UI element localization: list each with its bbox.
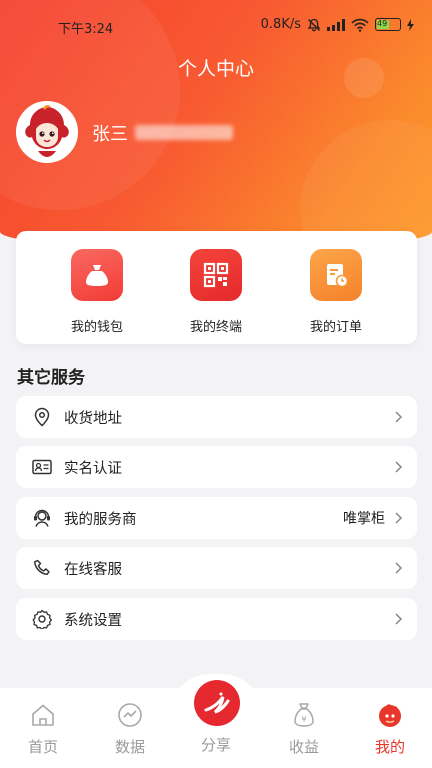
quick-action-orders[interactable]: 我的订单	[281, 249, 391, 335]
chevron-right-icon	[395, 411, 403, 423]
quick-actions-card: 我的钱包 我的终端 我的订单	[16, 231, 417, 344]
battery-level: 49	[377, 19, 390, 29]
tab-data[interactable]: 数据	[100, 702, 160, 757]
service-item-label: 实名认证	[64, 460, 122, 477]
id-card-icon	[32, 457, 52, 477]
chevron-right-icon	[395, 512, 403, 524]
phone-icon	[32, 558, 52, 578]
quick-action-label: 我的订单	[309, 320, 362, 335]
status-bar: 下午3:24 0.8K/s 49	[0, 0, 432, 50]
svg-text:¥: ¥	[301, 715, 306, 724]
home-icon	[30, 702, 56, 728]
wifi-icon	[351, 18, 369, 32]
money-bag-icon: ¥	[291, 702, 317, 728]
chevron-right-icon	[395, 613, 403, 625]
network-speed: 0.8K/s	[260, 17, 301, 32]
chart-icon	[117, 702, 143, 728]
chevron-right-icon	[395, 562, 403, 574]
services-section-title: 其它服务	[17, 368, 85, 388]
user-name: 张三	[92, 124, 128, 145]
money-bag-icon	[71, 249, 123, 301]
service-item-verification[interactable]: 实名认证	[16, 446, 417, 488]
chevron-right-icon	[395, 461, 403, 473]
service-item-label: 收货地址	[64, 410, 122, 427]
masked-phone-number	[135, 125, 233, 140]
tab-label: 收益	[288, 738, 319, 756]
signal-icon	[327, 18, 345, 31]
battery-icon: 49	[375, 18, 401, 31]
tab-home[interactable]: 首页	[13, 702, 73, 757]
tab-share[interactable]	[194, 680, 240, 726]
service-item-label: 我的服务商	[64, 511, 137, 528]
quick-action-wallet[interactable]: 我的钱包	[42, 249, 152, 335]
charging-icon	[407, 18, 414, 31]
quick-action-terminal[interactable]: 我的终端	[161, 249, 271, 335]
status-time: 下午3:24	[58, 22, 114, 37]
quick-action-label: 我的钱包	[70, 320, 123, 335]
location-pin-icon	[32, 407, 52, 427]
profile-icon	[377, 702, 403, 728]
service-item-settings[interactable]: 系统设置	[16, 598, 417, 640]
mascot-avatar-image	[18, 103, 76, 161]
mute-bell-icon	[307, 18, 321, 31]
order-list-icon	[310, 249, 362, 301]
service-item-label: 在线客服	[64, 561, 122, 578]
qr-code-icon	[190, 249, 242, 301]
quick-action-label: 我的终端	[189, 320, 242, 335]
avatar[interactable]	[16, 101, 78, 163]
page-title: 个人中心	[177, 58, 254, 80]
tab-label: 我的	[374, 738, 405, 756]
service-item-provider[interactable]: 我的服务商 唯掌柜	[16, 497, 417, 539]
bottom-tab-bar: 首页 数据 分享 ¥ 收益 我的	[0, 674, 432, 768]
service-item-value: 唯掌柜	[343, 511, 385, 527]
service-item-label: 系统设置	[64, 612, 122, 629]
service-item-address[interactable]: 收货地址	[16, 396, 417, 438]
tab-label: 首页	[27, 738, 58, 756]
service-item-support[interactable]: 在线客服	[16, 547, 417, 589]
share-icon	[204, 692, 230, 714]
tab-label: 分享	[200, 736, 231, 754]
headset-icon	[32, 508, 52, 528]
tab-label: 数据	[114, 738, 145, 756]
tab-earnings[interactable]: ¥ 收益	[274, 702, 334, 757]
tab-mine[interactable]: 我的	[360, 702, 420, 757]
gear-icon	[32, 609, 52, 629]
